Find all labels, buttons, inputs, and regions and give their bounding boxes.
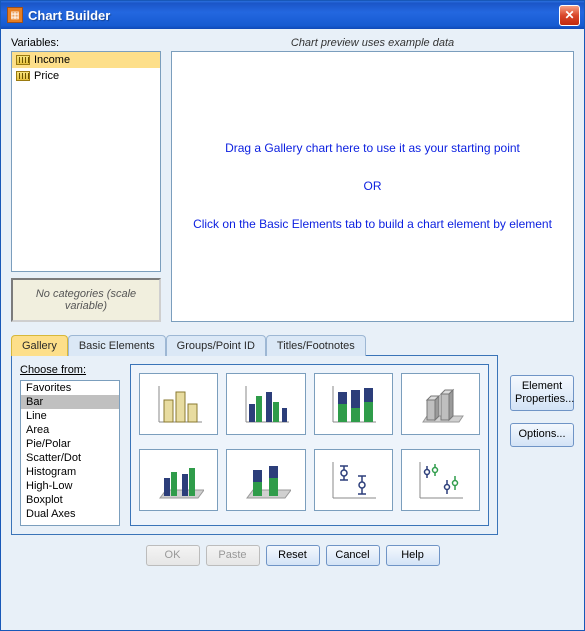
tab-gallery[interactable]: Gallery <box>11 335 68 356</box>
gallery-panel: Choose from: Favorites Bar Line Area Pie… <box>11 355 498 535</box>
top-row: Variables: Income Price No categories (s… <box>11 37 574 322</box>
list-item[interactable]: Bar <box>21 395 119 409</box>
variable-name: Income <box>34 54 70 66</box>
preview-line1: Drag a Gallery chart here to use it as y… <box>225 141 520 155</box>
list-item[interactable]: Line <box>21 409 119 423</box>
variable-item[interactable]: Price <box>12 68 160 84</box>
element-properties-button[interactable]: Element Properties... <box>510 375 574 411</box>
bar-stacked-icon <box>328 382 378 426</box>
bar-clustered-icon <box>241 382 291 426</box>
list-item[interactable]: Area <box>21 423 119 437</box>
chart-thumb-bar-3d-clustered[interactable] <box>139 449 218 511</box>
error-bar-icon <box>328 458 378 502</box>
preview-instructions: Drag a Gallery chart here to use it as y… <box>193 139 552 235</box>
chart-thumb-bar-clustered[interactable] <box>226 373 305 435</box>
close-icon: ✕ <box>564 8 574 22</box>
scale-icon <box>16 71 30 81</box>
reset-button[interactable]: Reset <box>266 545 320 566</box>
chart-thumb-bar-3d[interactable] <box>401 373 480 435</box>
bar-3d-stacked-icon <box>241 458 291 502</box>
preview-or: OR <box>363 179 381 193</box>
list-item[interactable]: Histogram <box>21 465 119 479</box>
variables-column: Variables: Income Price No categories (s… <box>11 37 161 322</box>
options-button[interactable]: Options... <box>510 423 574 446</box>
help-button[interactable]: Help <box>386 545 440 566</box>
variable-name: Price <box>34 70 59 82</box>
bar-3d-icon <box>415 382 465 426</box>
list-item[interactable]: Favorites <box>21 381 119 395</box>
window-title: Chart Builder <box>28 8 559 23</box>
tabs-row: Gallery Basic Elements Groups/Point ID T… <box>11 334 574 355</box>
bottom-buttons: OK Paste Reset Cancel Help <box>11 535 574 570</box>
gallery-wrap: Choose from: Favorites Bar Line Area Pie… <box>11 355 574 535</box>
app-icon: ▦ <box>7 7 23 23</box>
error-bar-clustered-icon <box>415 458 465 502</box>
cancel-button[interactable]: Cancel <box>326 545 380 566</box>
chart-thumb-bar-stacked[interactable] <box>314 373 393 435</box>
paste-button[interactable]: Paste <box>206 545 260 566</box>
chart-thumb-error-bar-2[interactable] <box>401 449 480 511</box>
close-button[interactable]: ✕ <box>559 5 580 26</box>
thumbnails-grid <box>130 364 489 526</box>
chart-thumb-bar-simple[interactable] <box>139 373 218 435</box>
bar-simple-icon <box>154 382 204 426</box>
list-item[interactable]: Boxplot <box>21 493 119 507</box>
preview-column: Chart preview uses example data Drag a G… <box>171 37 574 322</box>
ok-button[interactable]: OK <box>146 545 200 566</box>
variables-list[interactable]: Income Price <box>11 51 161 272</box>
preview-line2: Click on the Basic Elements tab to build… <box>193 217 552 231</box>
chart-thumb-error-bar-1[interactable] <box>314 449 393 511</box>
choose-column: Choose from: Favorites Bar Line Area Pie… <box>20 364 120 526</box>
preview-label: Chart preview uses example data <box>171 37 574 49</box>
list-item[interactable]: Scatter/Dot <box>21 451 119 465</box>
variable-item[interactable]: Income <box>12 52 160 68</box>
list-item[interactable]: High-Low <box>21 479 119 493</box>
chart-type-list[interactable]: Favorites Bar Line Area Pie/Polar Scatte… <box>20 380 120 526</box>
list-item[interactable]: Dual Axes <box>21 507 119 521</box>
choose-from-label: Choose from: <box>20 364 120 376</box>
chart-builder-window: ▦ Chart Builder ✕ Variables: Income Pric… <box>0 0 585 631</box>
variables-label: Variables: <box>11 37 161 49</box>
list-item[interactable]: Pie/Polar <box>21 437 119 451</box>
tab-basic-elements[interactable]: Basic Elements <box>68 335 166 356</box>
scale-icon <box>16 55 30 65</box>
tab-groups-point-id[interactable]: Groups/Point ID <box>166 335 266 356</box>
tab-titles-footnotes[interactable]: Titles/Footnotes <box>266 335 366 356</box>
bar-3d-clustered-icon <box>154 458 204 502</box>
no-categories-box: No categories (scale variable) <box>11 278 161 322</box>
chart-preview-canvas[interactable]: Drag a Gallery chart here to use it as y… <box>171 51 574 322</box>
side-buttons: Element Properties... Options... <box>510 375 574 447</box>
titlebar: ▦ Chart Builder ✕ <box>1 1 584 29</box>
chart-thumb-bar-3d-stacked[interactable] <box>226 449 305 511</box>
dialog-body: Variables: Income Price No categories (s… <box>1 29 584 630</box>
